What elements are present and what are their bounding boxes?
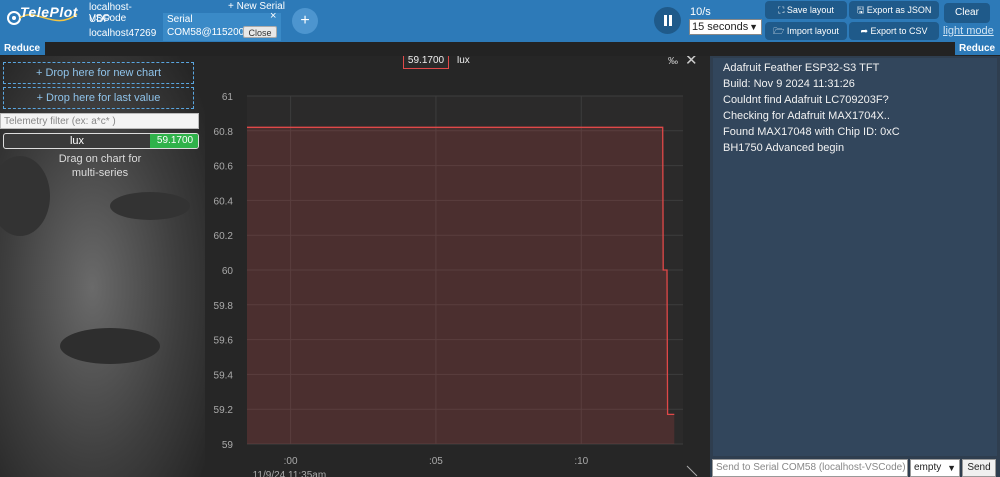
update-rate: 10/s [690, 6, 711, 18]
permille-icon[interactable]: ‰ [668, 56, 678, 67]
chevron-down-icon: ▼ [749, 22, 758, 32]
udp-label: UDP [89, 14, 111, 25]
y-tick-label: 59.6 [214, 336, 234, 347]
telemetry-item-lux[interactable]: lux 59.1700 [3, 133, 199, 149]
series-area [247, 127, 675, 445]
add-connection-button[interactable]: + [292, 8, 318, 34]
chart-panel[interactable]: 61 60.8 60.6 60.4 60.2 60 59.8 59.6 59.4 59.2 59 :0… [205, 56, 710, 477]
y-tick-label: 59 [222, 440, 234, 451]
y-tick-label: 60.2 [214, 231, 234, 242]
chevron-down-icon: ▼ [947, 463, 956, 473]
reduce-right-button[interactable]: Reduce [955, 42, 1000, 55]
send-button[interactable]: Send [962, 459, 996, 477]
console-line: Found MAX17048 with Chip ID: 0xC [723, 126, 900, 138]
y-tick-label: 59.2 [214, 405, 234, 416]
drag-hint-line1: Drag on chart for [58, 153, 142, 165]
time-window-value: 15 seconds [692, 21, 749, 33]
x-tick-label: :00 [284, 456, 298, 467]
serial-close-button[interactable]: Close [243, 26, 277, 38]
clear-button[interactable]: Clear [944, 3, 990, 23]
line-ending-select[interactable]: empty ▼ [910, 459, 960, 477]
remove-connection-icon[interactable]: × [270, 10, 276, 22]
console-line: Adafruit Feather ESP32-S3 TFT [723, 62, 880, 74]
udp-host: localhost47269 [89, 28, 157, 39]
serial-label: Serial [167, 14, 193, 25]
lux-chart[interactable]: 61 60.8 60.6 60.4 60.2 60 59.8 59.6 59.4 59.2 59 :0… [205, 56, 710, 477]
export-json-button[interactable]: 🖫 Export as JSON [849, 1, 939, 19]
send-input[interactable]: Send to Serial COM58 (localhost-VSCode) [712, 459, 908, 477]
y-tick-label: 59.8 [214, 301, 234, 312]
x-tick-label: :10 [574, 456, 588, 467]
y-tick-label: 60.6 [214, 162, 234, 173]
top-bar: TelePlot localhost-VSCode UDP localhost4… [0, 0, 1000, 42]
close-chart-icon[interactable]: ✕ [685, 56, 698, 69]
serial-port: COM58@115200 [167, 27, 245, 38]
app-logo-text: TelePlot [20, 4, 78, 20]
series-label: lux [457, 56, 470, 66]
y-tick-label: 60.8 [214, 127, 234, 138]
telemetry-name: lux [69, 135, 85, 147]
console-lines: Adafruit Feather ESP32-S3 TFT Build: Nov … [713, 60, 900, 156]
y-tick-label: 60 [222, 266, 234, 277]
telemetry-value-badge: 59.1700 [150, 134, 198, 148]
export-csv-button[interactable]: ➦ Export to CSV [849, 22, 939, 40]
console-line: Build: Nov 9 2024 11:31:26 [723, 78, 855, 90]
time-window-select[interactable]: 15 seconds ▼ [689, 19, 762, 35]
panel-header-row [0, 42, 1000, 56]
x-date-label: 11/9/24 11:35am [253, 470, 327, 477]
serial-console: Adafruit Feather ESP32-S3 TFT Build: Nov … [713, 58, 997, 456]
y-tick-label: 61 [222, 92, 234, 103]
drag-hint-line2: multi-series [71, 167, 129, 179]
console-panel: Adafruit Feather ESP32-S3 TFT Build: Nov … [710, 56, 1000, 477]
connection-udp[interactable]: localhost-VSCode UDP localhost47269 [86, 0, 162, 42]
console-line: BH1750 Advanced begin [723, 142, 845, 154]
y-tick-label: 60.4 [214, 196, 234, 207]
drop-zone-new-chart[interactable]: + Drop here for new chart [3, 62, 194, 84]
x-tick-label: :05 [429, 456, 443, 467]
current-value-box: 59.1700 [403, 56, 449, 69]
reduce-left-button[interactable]: Reduce [0, 42, 45, 55]
console-line: Couldnt find Adafruit LC709203F? [723, 94, 889, 106]
telemetry-panel: + Drop here for new chart + Drop here fo… [0, 56, 205, 477]
light-mode-link[interactable]: light mode [943, 25, 994, 37]
drop-zone-last-value[interactable]: + Drop here for last value [3, 87, 194, 109]
import-layout-button[interactable]: 🗁 Import layout [765, 22, 847, 40]
console-line: Checking for Adafruit MAX1704X.. [723, 110, 890, 122]
telemetry-filter-input[interactable]: Telemetry filter (ex: a*c* ) [0, 113, 199, 129]
y-tick-label: 59.4 [214, 370, 234, 381]
drag-hint: Drag on chart for multi-series [40, 152, 160, 180]
pause-button[interactable] [654, 7, 681, 34]
line-ending-value: empty [914, 462, 942, 473]
save-layout-button[interactable]: ⛶ Save layout [765, 1, 847, 19]
